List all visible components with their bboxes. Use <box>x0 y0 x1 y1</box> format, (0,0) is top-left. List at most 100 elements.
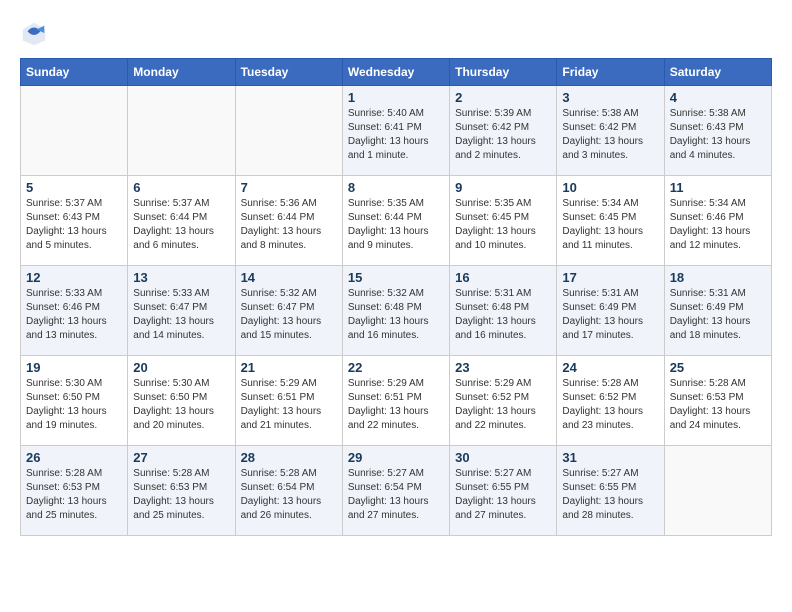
calendar-cell: 16Sunrise: 5:31 AMSunset: 6:48 PMDayligh… <box>450 266 557 356</box>
day-info: Sunrise: 5:36 AMSunset: 6:44 PMDaylight:… <box>241 197 337 253</box>
day-number: 6 <box>133 180 229 195</box>
day-number: 24 <box>562 360 658 375</box>
calendar-cell: 28Sunrise: 5:28 AMSunset: 6:54 PMDayligh… <box>235 446 342 536</box>
day-info: Sunrise: 5:31 AMSunset: 6:48 PMDaylight:… <box>455 287 551 343</box>
day-number: 21 <box>241 360 337 375</box>
calendar-cell: 15 Sunrise: 5:32 AMSunset: 6:48 PMDayligh… <box>342 266 449 356</box>
header-row: SundayMondayTuesdayWednesdayThursdayFrid… <box>21 59 772 86</box>
day-info: Sunrise: 5:27 AMSunset: 6:55 PMDaylight:… <box>562 467 658 523</box>
day-info: Sunrise: 5:29 AMSunset: 6:51 PMDaylight:… <box>348 377 444 433</box>
calendar-cell: 23 Sunrise: 5:29 AMSunset: 6:52 PMDayligh… <box>450 356 557 446</box>
day-info: Sunrise: 5:35 AMSunset: 6:45 PMDaylight:… <box>455 197 551 253</box>
calendar-cell: 10 Sunrise: 5:34 AMSunset: 6:45 PMDayligh… <box>557 176 664 266</box>
day-number: 25 <box>670 360 766 375</box>
day-info: Sunrise: 5:28 AMSunset: 6:52 PMDaylight:… <box>562 377 658 433</box>
calendar-cell: 14Sunrise: 5:32 AMSunset: 6:47 PMDayligh… <box>235 266 342 356</box>
header-friday: Friday <box>557 59 664 86</box>
calendar-cell: 11Sunrise: 5:34 AMSunset: 6:46 PMDayligh… <box>664 176 771 266</box>
calendar-cell <box>235 86 342 176</box>
calendar-cell: 19 Sunrise: 5:30 AMSunset: 6:50 PMDayligh… <box>21 356 128 446</box>
day-info: Sunrise: 5:28 AMSunset: 6:53 PMDaylight:… <box>670 377 766 433</box>
day-info: Sunrise: 5:29 AMSunset: 6:51 PMDaylight:… <box>241 377 337 433</box>
day-number: 29 <box>348 450 444 465</box>
calendar-cell: 6 Sunrise: 5:37 AMSunset: 6:44 PMDaylight… <box>128 176 235 266</box>
day-number: 2 <box>455 90 551 105</box>
header-tuesday: Tuesday <box>235 59 342 86</box>
day-number: 20 <box>133 360 229 375</box>
day-number: 7 <box>241 180 337 195</box>
day-info: Sunrise: 5:39 AMSunset: 6:42 PMDaylight:… <box>455 107 551 163</box>
week-row-3: 19 Sunrise: 5:30 AMSunset: 6:50 PMDayligh… <box>21 356 772 446</box>
calendar-cell <box>128 86 235 176</box>
day-number: 23 <box>455 360 551 375</box>
header-monday: Monday <box>128 59 235 86</box>
day-info: Sunrise: 5:30 AMSunset: 6:50 PMDaylight:… <box>133 377 229 433</box>
day-number: 28 <box>241 450 337 465</box>
calendar-cell: 29Sunrise: 5:27 AMSunset: 6:54 PMDayligh… <box>342 446 449 536</box>
calendar-cell: 8Sunrise: 5:35 AMSunset: 6:44 PMDaylight… <box>342 176 449 266</box>
day-number: 5 <box>26 180 122 195</box>
day-number: 19 <box>26 360 122 375</box>
day-info: Sunrise: 5:28 AMSunset: 6:53 PMDaylight:… <box>26 467 122 523</box>
calendar-cell: 13Sunrise: 5:33 AMSunset: 6:47 PMDayligh… <box>128 266 235 356</box>
day-info: Sunrise: 5:34 AMSunset: 6:46 PMDaylight:… <box>670 197 766 253</box>
calendar-cell: 26 Sunrise: 5:28 AMSunset: 6:53 PMDayligh… <box>21 446 128 536</box>
day-info: Sunrise: 5:37 AMSunset: 6:43 PMDaylight:… <box>26 197 122 253</box>
day-number: 15 <box>348 270 444 285</box>
calendar-cell: 18 Sunrise: 5:31 AMSunset: 6:49 PMDayligh… <box>664 266 771 356</box>
day-info: Sunrise: 5:38 AMSunset: 6:43 PMDaylight:… <box>670 107 766 163</box>
day-info: Sunrise: 5:31 AMSunset: 6:49 PMDaylight:… <box>562 287 658 343</box>
calendar-cell: 12Sunrise: 5:33 AMSunset: 6:46 PMDayligh… <box>21 266 128 356</box>
day-number: 27 <box>133 450 229 465</box>
calendar-cell: 7 Sunrise: 5:36 AMSunset: 6:44 PMDaylight… <box>235 176 342 266</box>
calendar-cell: 1Sunrise: 5:40 AMSunset: 6:41 PMDaylight… <box>342 86 449 176</box>
day-number: 18 <box>670 270 766 285</box>
day-number: 3 <box>562 90 658 105</box>
week-row-4: 26 Sunrise: 5:28 AMSunset: 6:53 PMDayligh… <box>21 446 772 536</box>
calendar-cell: 21 Sunrise: 5:29 AMSunset: 6:51 PMDayligh… <box>235 356 342 446</box>
calendar-cell: 20 Sunrise: 5:30 AMSunset: 6:50 PMDayligh… <box>128 356 235 446</box>
day-info: Sunrise: 5:28 AMSunset: 6:53 PMDaylight:… <box>133 467 229 523</box>
header-wednesday: Wednesday <box>342 59 449 86</box>
header-saturday: Saturday <box>664 59 771 86</box>
day-number: 26 <box>26 450 122 465</box>
day-number: 30 <box>455 450 551 465</box>
week-row-1: 5 Sunrise: 5:37 AMSunset: 6:43 PMDaylight… <box>21 176 772 266</box>
day-info: Sunrise: 5:31 AMSunset: 6:49 PMDaylight:… <box>670 287 766 343</box>
page-header <box>20 20 772 48</box>
day-number: 4 <box>670 90 766 105</box>
calendar-cell <box>21 86 128 176</box>
calendar-cell: 30 Sunrise: 5:27 AMSunset: 6:55 PMDayligh… <box>450 446 557 536</box>
day-number: 12 <box>26 270 122 285</box>
calendar-cell: 9 Sunrise: 5:35 AMSunset: 6:45 PMDaylight… <box>450 176 557 266</box>
day-number: 9 <box>455 180 551 195</box>
calendar-cell: 27 Sunrise: 5:28 AMSunset: 6:53 PMDayligh… <box>128 446 235 536</box>
day-number: 31 <box>562 450 658 465</box>
logo <box>20 20 52 48</box>
day-number: 22 <box>348 360 444 375</box>
day-info: Sunrise: 5:34 AMSunset: 6:45 PMDaylight:… <box>562 197 658 253</box>
day-info: Sunrise: 5:32 AMSunset: 6:48 PMDaylight:… <box>348 287 444 343</box>
calendar-cell: 4 Sunrise: 5:38 AMSunset: 6:43 PMDaylight… <box>664 86 771 176</box>
calendar-cell: 5 Sunrise: 5:37 AMSunset: 6:43 PMDaylight… <box>21 176 128 266</box>
day-info: Sunrise: 5:27 AMSunset: 6:55 PMDaylight:… <box>455 467 551 523</box>
calendar-cell: 24 Sunrise: 5:28 AMSunset: 6:52 PMDayligh… <box>557 356 664 446</box>
day-info: Sunrise: 5:29 AMSunset: 6:52 PMDaylight:… <box>455 377 551 433</box>
day-number: 13 <box>133 270 229 285</box>
header-sunday: Sunday <box>21 59 128 86</box>
calendar-cell: 22 Sunrise: 5:29 AMSunset: 6:51 PMDayligh… <box>342 356 449 446</box>
day-info: Sunrise: 5:37 AMSunset: 6:44 PMDaylight:… <box>133 197 229 253</box>
calendar-cell: 31 Sunrise: 5:27 AMSunset: 6:55 PMDayligh… <box>557 446 664 536</box>
week-row-0: 1Sunrise: 5:40 AMSunset: 6:41 PMDaylight… <box>21 86 772 176</box>
calendar-cell <box>664 446 771 536</box>
day-info: Sunrise: 5:38 AMSunset: 6:42 PMDaylight:… <box>562 107 658 163</box>
calendar-cell: 3 Sunrise: 5:38 AMSunset: 6:42 PMDaylight… <box>557 86 664 176</box>
day-number: 14 <box>241 270 337 285</box>
day-number: 17 <box>562 270 658 285</box>
day-info: Sunrise: 5:30 AMSunset: 6:50 PMDaylight:… <box>26 377 122 433</box>
calendar-cell: 2 Sunrise: 5:39 AMSunset: 6:42 PMDaylight… <box>450 86 557 176</box>
header-thursday: Thursday <box>450 59 557 86</box>
day-number: 1 <box>348 90 444 105</box>
day-number: 10 <box>562 180 658 195</box>
calendar-cell: 25 Sunrise: 5:28 AMSunset: 6:53 PMDayligh… <box>664 356 771 446</box>
